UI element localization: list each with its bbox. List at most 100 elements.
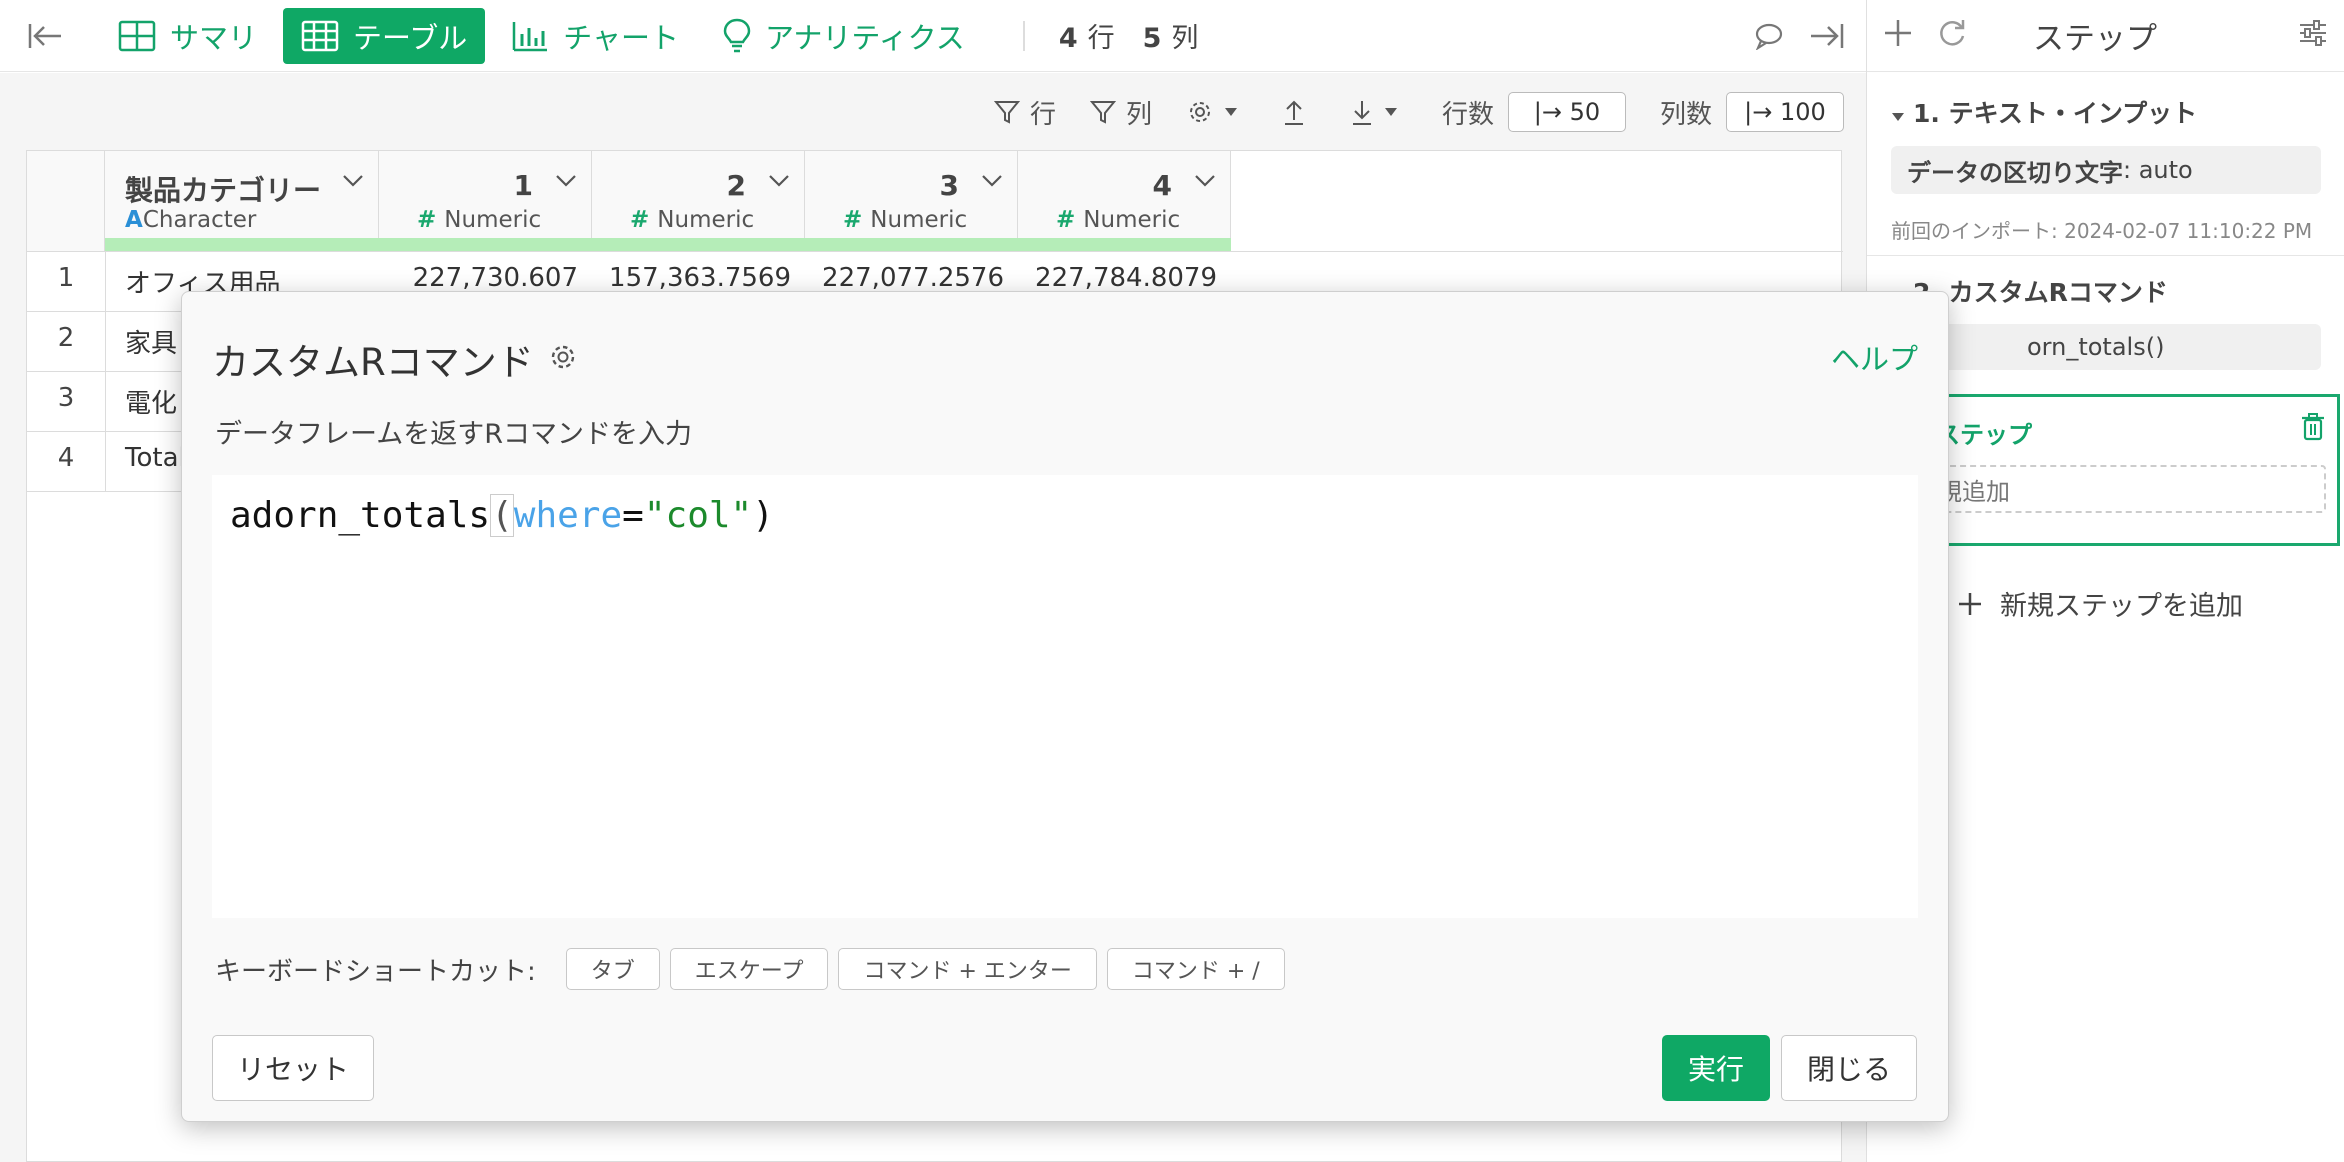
- column-name: 4: [1152, 169, 1172, 202]
- column-header-1[interactable]: 1 # Numeric: [379, 151, 592, 251]
- sliders-icon: [2300, 20, 2326, 46]
- add-new-step-button[interactable]: 新規ステップを追加: [1956, 584, 2243, 623]
- step-3-title: ステップ: [1936, 421, 2032, 449]
- code-string: "col": [643, 495, 753, 536]
- column-name: 3: [939, 169, 959, 202]
- comment-button[interactable]: [1744, 11, 1794, 61]
- download-dropdown-button[interactable]: [1350, 98, 1408, 126]
- tab-table-label: テーブル: [353, 20, 468, 55]
- table-cell[interactable]: Total: [125, 443, 186, 473]
- collapse-left-icon: [28, 23, 61, 48]
- filter-rows-button[interactable]: 行: [993, 94, 1056, 131]
- column-header-2[interactable]: 2 # Numeric: [592, 151, 805, 251]
- r-code-editor[interactable]: adorn_totals(where="col"): [212, 475, 1918, 918]
- column-quality-bar: [105, 238, 1231, 251]
- table-icon: [301, 20, 339, 52]
- code-operator: =: [622, 495, 644, 536]
- column-header-category[interactable]: 製品カテゴリー ACharacter: [105, 151, 379, 251]
- grid-icon: [118, 20, 156, 52]
- tab-analytics[interactable]: アナリティクス: [705, 8, 983, 64]
- column-type: ACharacter: [125, 207, 257, 233]
- step-2-param[interactable]: orn_totals(): [1891, 324, 2321, 370]
- param-value: orn_totals(): [2027, 333, 2165, 361]
- code-bracket: (: [490, 494, 514, 537]
- row-number-header: [27, 151, 105, 251]
- column-type: # Numeric: [843, 207, 968, 233]
- shortcut-cmd-slash-button[interactable]: コマンド + /: [1106, 948, 1285, 990]
- add-step-icon-button[interactable]: [1881, 16, 1915, 54]
- column-header-3[interactable]: 3 # Numeric: [805, 151, 1018, 251]
- numeric-type-icon: #: [1056, 207, 1084, 233]
- app-window: サマリ テーブル チャート アナリティクス 4行 5列 行 列 行数 |→ 50…: [0, 0, 2344, 1162]
- collapse-right-button[interactable]: [1802, 11, 1852, 61]
- shortcut-tab-button[interactable]: タブ: [565, 948, 660, 990]
- code-function: adorn_totals: [230, 495, 491, 536]
- column-name: 1: [513, 169, 533, 202]
- refresh-button[interactable]: [1935, 16, 1969, 54]
- collapse-left-button[interactable]: [20, 11, 70, 61]
- filter-columns-button[interactable]: 列: [1089, 94, 1152, 131]
- shortcuts-label: キーボードショートカット:: [215, 956, 536, 987]
- shortcut-escape-button[interactable]: エスケープ: [669, 948, 829, 990]
- chevron-down-icon[interactable]: [981, 173, 1003, 192]
- column-count: 5列: [1142, 23, 1199, 54]
- gear-icon: [551, 345, 574, 368]
- tab-summary-label: サマリ: [170, 20, 258, 55]
- tab-analytics-label: アナリティクス: [765, 20, 965, 55]
- chevron-down-icon[interactable]: [342, 173, 364, 192]
- caret-down-icon: [1892, 113, 1904, 121]
- code-line: adorn_totals(where="col"): [230, 494, 774, 537]
- dialog-settings-button[interactable]: [534, 338, 578, 381]
- top-toolbar: サマリ テーブル チャート アナリティクス 4行 5列: [0, 0, 1866, 72]
- table-cell[interactable]: 157,363.7569: [592, 263, 791, 293]
- trash-icon: [2302, 413, 2324, 441]
- dialog-subtitle: データフレームを返すRコマンドを入力: [215, 419, 692, 450]
- help-link[interactable]: ヘルプ: [1831, 336, 1918, 378]
- param-value: : auto: [2123, 156, 2193, 184]
- row-limit-input[interactable]: |→ 50: [1507, 92, 1626, 132]
- add-new-step-label: 新規ステップを追加: [2000, 591, 2243, 622]
- row-limit: 行数 |→ 50: [1442, 92, 1626, 132]
- topbar-right-actions: [1736, 11, 1852, 61]
- table-cell[interactable]: 電化: [125, 383, 177, 420]
- close-button[interactable]: 閉じる: [1781, 1035, 1917, 1101]
- tab-chart[interactable]: チャート: [493, 8, 697, 64]
- panel-settings-button[interactable]: [2298, 18, 2328, 52]
- row-limit-label: 行数: [1441, 99, 1494, 130]
- chevron-down-icon[interactable]: [555, 173, 577, 192]
- gear-icon: [1189, 102, 1210, 122]
- arrow-up-icon: [1284, 100, 1303, 125]
- settings-dropdown-button[interactable]: [1186, 98, 1248, 126]
- filter-icon: [1089, 101, 1116, 124]
- chevron-down-icon[interactable]: [1194, 173, 1216, 192]
- delete-step-button[interactable]: [2301, 413, 2325, 445]
- numeric-type-icon: #: [843, 207, 871, 233]
- column-header-4[interactable]: 4 # Numeric: [1018, 151, 1231, 251]
- step-divider: [1867, 255, 2344, 256]
- collapse-right-icon: [1811, 24, 1844, 48]
- step-1-title[interactable]: 1. テキスト・インプット: [1891, 94, 2197, 130]
- dialog-title: カスタムRコマンド: [212, 332, 578, 386]
- table-cell[interactable]: 家具: [125, 323, 177, 360]
- filter-rows-label: 行: [1029, 99, 1056, 130]
- table-cell[interactable]: 227,730.607: [379, 263, 578, 293]
- table-toolbar: 行 列 行数 |→ 50 列数 |→ 100: [960, 90, 1844, 134]
- dialog-title-text: カスタムRコマンド: [212, 341, 534, 384]
- tab-summary[interactable]: サマリ: [100, 8, 275, 64]
- column-limit-input[interactable]: |→ 100: [1726, 92, 1844, 132]
- comment-icon: [1755, 23, 1783, 50]
- step-1-param[interactable]: データの区切り文字: auto: [1891, 146, 2321, 194]
- row-count: 4行: [1058, 23, 1115, 54]
- reset-button[interactable]: リセット: [212, 1035, 374, 1101]
- chevron-down-icon[interactable]: [768, 173, 790, 192]
- upload-button[interactable]: [1282, 98, 1316, 126]
- caret-down-icon: [1224, 108, 1237, 116]
- code-bracket: ): [752, 495, 774, 536]
- table-cell[interactable]: 227,784.8079: [1018, 263, 1217, 293]
- run-button[interactable]: 実行: [1662, 1035, 1770, 1101]
- plus-icon: [1959, 592, 1981, 615]
- tab-table[interactable]: テーブル: [283, 7, 486, 64]
- add-new-in-step[interactable]: 規追加: [1926, 465, 2326, 513]
- shortcut-cmd-enter-button[interactable]: コマンド + エンター: [838, 948, 1097, 990]
- table-cell[interactable]: 227,077.2576: [805, 263, 1004, 293]
